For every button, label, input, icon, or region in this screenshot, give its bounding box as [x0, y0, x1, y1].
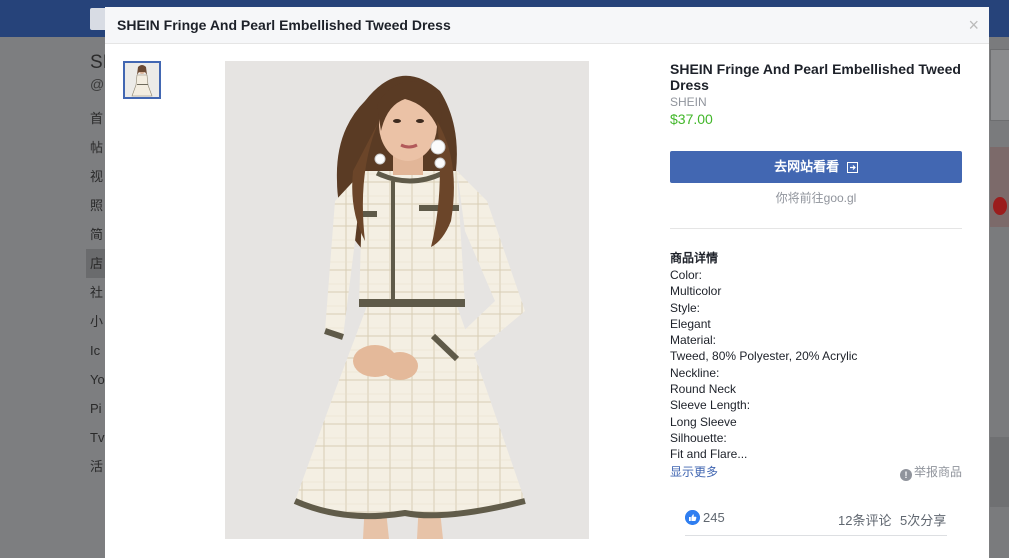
detail-line: Sleeve Length:	[670, 398, 751, 413]
background-nav-item: 照	[90, 198, 104, 213]
detail-line: Neckline:	[670, 365, 720, 380]
background-thumbnail	[990, 437, 1009, 507]
background-nav-item: 小	[90, 314, 104, 329]
background-nav-item-active: 店	[86, 249, 106, 278]
detail-line: Elegant	[670, 316, 711, 331]
background-nav-item: Ic	[90, 343, 101, 358]
product-brand: SHEIN	[670, 95, 707, 109]
show-more-link[interactable]: 显示更多	[670, 463, 718, 480]
product-price: $37.00	[670, 111, 713, 127]
visit-website-label: 去网站看看	[774, 159, 840, 174]
report-product-link[interactable]: ! 举报商品	[899, 463, 962, 481]
modal-title: SHEIN Fringe And Pearl Embellished Tweed…	[117, 17, 451, 33]
background-card	[990, 49, 1009, 121]
product-info: SHEIN Fringe And Pearl Embellished Tweed…	[670, 61, 962, 481]
background-nav-item: 社	[90, 285, 104, 300]
detail-line: Silhouette:	[670, 430, 727, 445]
close-button[interactable]: ×	[968, 15, 979, 35]
background-nav-item: 帖	[90, 140, 104, 155]
dress-model-photo	[225, 61, 589, 539]
product-main-image	[225, 61, 589, 539]
modal-header: SHEIN Fringe And Pearl Embellished Tweed…	[105, 7, 989, 44]
detail-line: Color:	[670, 268, 703, 282]
details-heading: 商品详情	[670, 251, 719, 265]
like-icon[interactable]	[685, 510, 700, 525]
background-nav-item: Pi	[90, 401, 102, 416]
detail-line: Style:	[670, 300, 701, 315]
background-nav-item: 简	[90, 227, 104, 242]
detail-line: Round Neck	[670, 382, 737, 397]
background-page-handle: @	[90, 76, 105, 92]
product-modal: SHEIN Fringe And Pearl Embellished Tweed…	[105, 7, 989, 558]
like-count: 245	[703, 510, 725, 525]
background-nav-item: Tv	[90, 430, 105, 445]
detail-line: Long Sleeve	[670, 414, 737, 429]
report-icon: !	[899, 468, 912, 481]
engagement-bar: 245 12条评论 5次分享	[685, 505, 947, 536]
detail-line: Multicolor	[670, 284, 722, 299]
product-title: SHEIN Fringe And Pearl Embellished Tweed…	[670, 61, 961, 93]
report-label: 举报商品	[913, 464, 962, 479]
background-nav-item: 活	[90, 459, 104, 474]
divider	[670, 228, 962, 229]
product-thumbnail[interactable]	[123, 61, 161, 99]
visit-website-button[interactable]: 去网站看看	[670, 151, 962, 183]
detail-line: Tweed, 80% Polyester, 20% Acrylic	[670, 349, 858, 364]
redirect-note: 你将前往goo.gl	[775, 191, 857, 205]
external-link-icon	[846, 162, 858, 173]
background-right-column	[990, 37, 1009, 558]
shares-count-link[interactable]: 5次分享	[900, 510, 946, 529]
background-nav-item: 首	[90, 111, 104, 126]
background-thumbnail	[990, 147, 1009, 227]
comments-count-link[interactable]: 12条评论	[838, 510, 891, 529]
detail-line: Fit and Flare...	[670, 447, 748, 462]
details-footer-row: 显示更多 ! 举报商品	[670, 463, 962, 481]
dress-thumbnail-image	[125, 63, 159, 97]
background-nav-item: 视	[90, 169, 104, 184]
background-nav-item: Yo	[90, 372, 105, 387]
detail-line: Material:	[670, 333, 717, 348]
background-nav: 首 帖 视 照 简 店 社 小 Ic Yo Pi Tv 活	[86, 104, 106, 481]
